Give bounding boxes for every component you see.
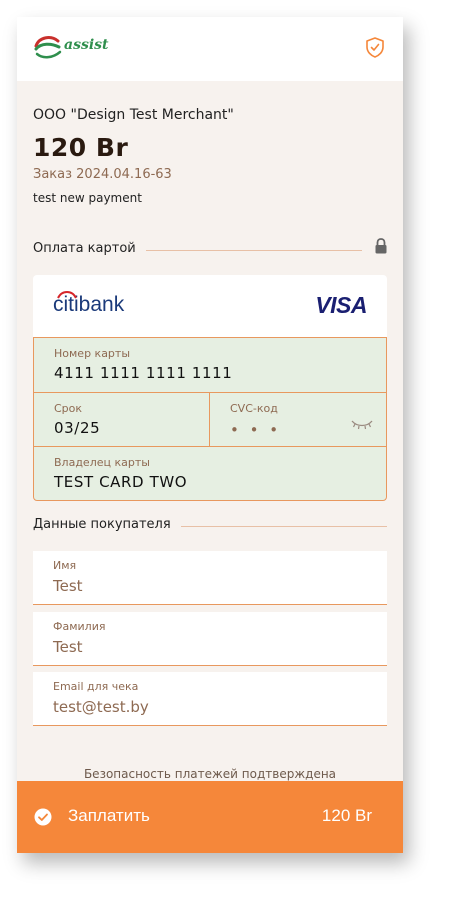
top-bar: assist	[17, 17, 403, 81]
cardholder-value: TEST CARD TWO	[54, 473, 188, 491]
email-value: test@test.by	[53, 698, 149, 716]
card-number-label: Номер карты	[54, 347, 131, 360]
cvc-value: • • •	[230, 421, 282, 439]
assist-logo-icon	[34, 36, 62, 59]
card-brand: VISA	[315, 292, 367, 318]
merchant-name: OOO "Design Test Merchant"	[33, 107, 234, 123]
citi-arc-icon	[57, 291, 77, 299]
section-divider	[172, 526, 387, 527]
card-fields: Номер карты 4111 1111 1111 1111 Срок 03/…	[33, 337, 387, 501]
eye-closed-icon[interactable]	[351, 418, 373, 430]
payment-amount: 120 Br	[33, 133, 129, 162]
card-number-value: 4111 1111 1111 1111	[54, 364, 233, 382]
cardholder-field[interactable]: Владелец карты TEST CARD TWO	[34, 447, 386, 500]
cvc-field[interactable]: CVC-код • • •	[210, 393, 386, 446]
card-form: citibank VISA Номер карты 4111 1111 1111…	[33, 275, 387, 501]
section-divider	[137, 250, 362, 251]
expiry-field[interactable]: Срок 03/25	[34, 393, 209, 446]
last-name-value: Test	[53, 638, 83, 656]
card-section-label: Оплата картой	[33, 241, 146, 256]
pay-button-amount: 120 Br	[321, 806, 372, 825]
last-name-label: Фамилия	[53, 620, 106, 633]
first-name-label: Имя	[53, 559, 77, 572]
order-number: Заказ 2024.04.16-63	[33, 167, 172, 182]
shield-check-icon	[366, 37, 384, 58]
bank-logo: citibank	[53, 291, 124, 317]
assist-logo: assist	[33, 33, 123, 63]
buyer-section-label: Данные покупателя	[33, 517, 181, 532]
first-name-value: Test	[53, 577, 83, 595]
expiry-label: Срок	[54, 402, 83, 415]
pay-button-label: Заплатить	[68, 806, 150, 825]
card-number-field[interactable]: Номер карты 4111 1111 1111 1111	[34, 338, 386, 392]
email-label: Email для чека	[53, 680, 139, 693]
expiry-value: 03/25	[54, 419, 101, 437]
cvc-label: CVC-код	[230, 402, 278, 415]
payment-description: test new payment	[33, 191, 142, 205]
pay-button[interactable]: Заплатить 120 Br	[17, 781, 403, 853]
cardholder-label: Владелец карты	[54, 456, 150, 469]
card-header: citibank VISA	[33, 275, 387, 337]
payment-screen: assist OOO "Design Test Merchant" 120 Br…	[17, 17, 403, 853]
check-circle-icon	[34, 808, 52, 826]
lock-icon	[375, 238, 387, 254]
email-field[interactable]: Email для чека test@test.by	[33, 672, 387, 726]
security-note: Безопасность платежей подтверждена	[83, 767, 337, 781]
first-name-field[interactable]: Имя Test	[33, 551, 387, 605]
logo-text: assist	[64, 37, 109, 53]
last-name-field[interactable]: Фамилия Test	[33, 612, 387, 666]
